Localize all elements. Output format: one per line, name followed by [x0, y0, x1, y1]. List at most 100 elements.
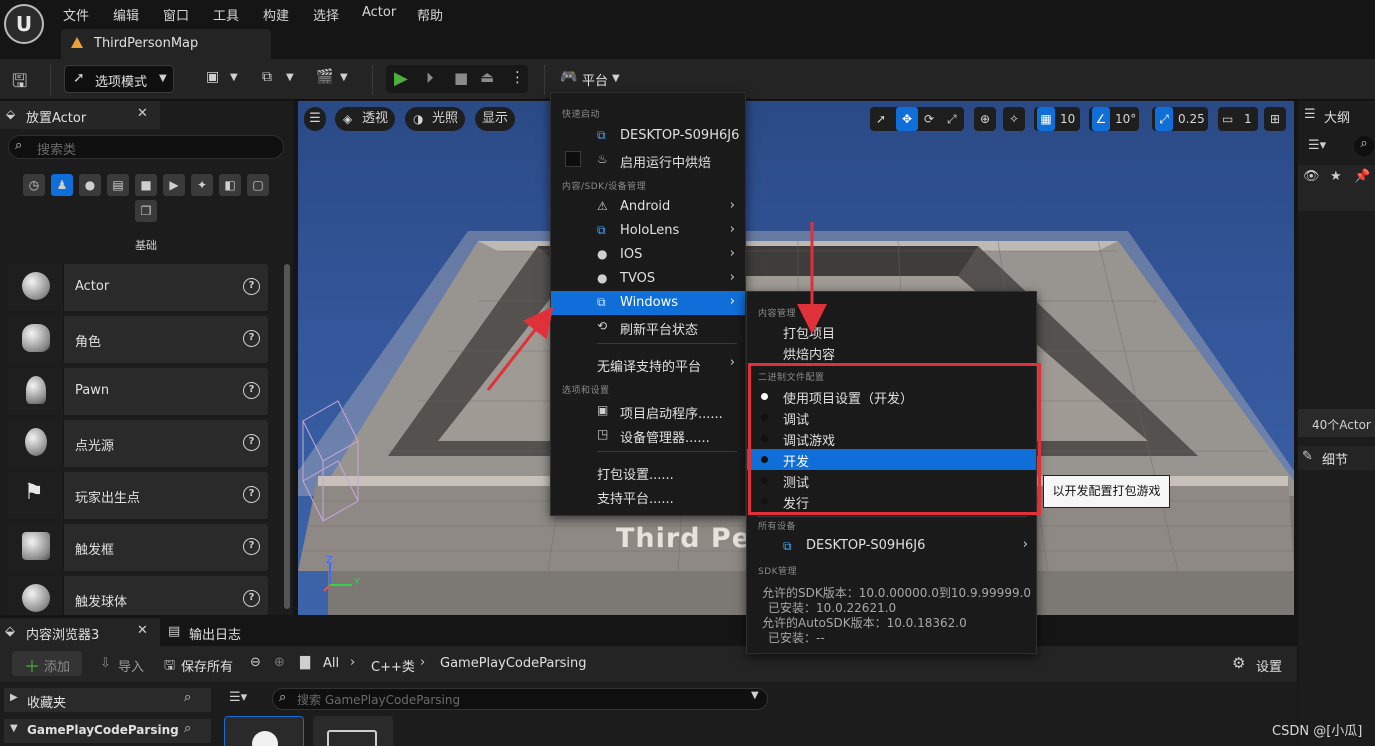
scale-icon[interactable]: ⤢ — [947, 107, 957, 131]
menu-file[interactable]: 文件 — [63, 5, 89, 24]
grid-snap-button[interactable]: ▦ 10 — [1034, 107, 1080, 131]
recent-icon[interactable]: ◷ — [23, 174, 45, 196]
breadcrumb-all[interactable]: All — [323, 656, 339, 671]
help-icon[interactable]: ? — [243, 538, 260, 555]
place-actor-tab[interactable]: ⬙ 放置Actor ✕ — [0, 101, 160, 129]
asset-tile[interactable] — [313, 716, 393, 746]
close-icon[interactable]: ✕ — [137, 106, 148, 121]
basic-category-icon[interactable]: ♟ — [51, 174, 73, 196]
shapes-icon[interactable]: ▢ — [247, 174, 269, 196]
import-icon[interactable]: ⇩ — [100, 656, 111, 671]
tab-output-log[interactable]: 输出日志 — [189, 624, 241, 643]
select-icon[interactable]: ➚ — [876, 107, 886, 131]
play-icon[interactable]: ▶ — [394, 68, 408, 89]
menu-item-launcher[interactable]: ▣ 项目启动程序...... — [551, 399, 745, 423]
outliner-title[interactable]: 大纲 — [1324, 107, 1350, 126]
menu-item-no-compile[interactable]: 无编译支持的平台 › — [551, 352, 745, 376]
search-icon[interactable]: ⌕ — [184, 690, 191, 705]
search-icon[interactable]: ⌕ — [1354, 136, 1374, 156]
actor-item[interactable]: 角色 ? — [8, 316, 268, 363]
help-icon[interactable]: ? — [243, 590, 260, 607]
viewport-menu-icon[interactable]: ☰ — [304, 107, 326, 131]
menu-item-pack-settings[interactable]: 打包设置...... — [551, 460, 745, 484]
actor-item[interactable]: 点光源 ? — [8, 420, 268, 467]
all-classes-icon[interactable]: ◧ — [219, 174, 241, 196]
actor-item[interactable]: Pawn ? — [8, 368, 268, 415]
chevron-down-icon[interactable]: ▼ — [340, 72, 348, 83]
menu-item-tvos[interactable]: ● TVOS › — [551, 267, 745, 291]
menu-tools[interactable]: 工具 — [213, 5, 239, 24]
back-icon[interactable]: ⊖ — [250, 655, 261, 670]
camera-speed-button[interactable]: ▭ 1 — [1218, 107, 1258, 131]
pin-icon[interactable]: 📌 — [1354, 169, 1370, 184]
scrollbar[interactable] — [284, 264, 290, 609]
menu-actor[interactable]: Actor — [362, 5, 396, 20]
breadcrumb-project[interactable]: GamePlayCodeParsing — [440, 656, 587, 671]
perspective-button[interactable]: ◈ 透视 — [335, 107, 395, 131]
menu-item-ios[interactable]: ● IOS › — [551, 243, 745, 267]
search-input[interactable]: ⌕ 搜索类 — [8, 135, 284, 159]
actor-item[interactable]: 触发球体 ? — [8, 576, 268, 615]
geometry-icon[interactable]: ▶ — [163, 174, 185, 196]
search-icon[interactable]: ⌕ — [184, 721, 191, 736]
stop-icon[interactable]: ■ — [454, 69, 468, 87]
save-all-button[interactable]: 保存所有 — [181, 656, 233, 675]
misc-category-icon[interactable]: ❐ — [135, 200, 157, 222]
actor-item[interactable]: ⚑ 玩家出生点 ? — [8, 472, 268, 519]
add-button[interactable]: ＋ 添加 — [12, 651, 82, 676]
rotation-snap-button[interactable]: ∠ 10° — [1089, 107, 1139, 131]
chevron-down-icon[interactable]: ▼ — [230, 72, 238, 83]
menu-edit[interactable]: 编辑 — [113, 5, 139, 24]
tab-content-browser[interactable]: ⬙ 内容浏览器3 ✕ — [0, 618, 160, 646]
cinematic-icon[interactable]: ▤ — [107, 174, 129, 196]
asset-tile[interactable] — [224, 716, 304, 746]
menu-item-bake[interactable]: ♨ 启用运行中烘焙 — [551, 148, 745, 172]
platform-icon[interactable]: 🎮 — [560, 69, 577, 85]
add-actor-icon[interactable]: ▣ — [206, 69, 219, 85]
eject-icon[interactable]: ⏏ — [480, 68, 494, 86]
show-button[interactable]: 显示 — [475, 107, 515, 131]
settings-button[interactable]: 设置 — [1256, 656, 1282, 675]
help-icon[interactable]: ? — [243, 486, 260, 503]
chevron-down-icon[interactable]: ▼ — [751, 690, 759, 701]
import-button[interactable]: 导入 — [118, 656, 144, 675]
cinematics-icon[interactable]: 🎬 — [316, 69, 333, 85]
menu-item-device[interactable]: ⧉ DESKTOP-S09H6J6 › — [747, 536, 1036, 558]
help-icon[interactable]: ? — [243, 278, 260, 295]
chevron-down-icon[interactable]: ▼ — [286, 72, 294, 83]
breadcrumb-cpp[interactable]: C++类 — [371, 656, 415, 675]
platform-button[interactable]: 平台 — [582, 70, 608, 89]
details-tab[interactable]: ✎ 细节 — [1298, 446, 1375, 470]
content-search-input[interactable]: ⌕ 搜索 GamePlayCodeParsing ▼ — [272, 688, 768, 710]
menu-window[interactable]: 窗口 — [163, 5, 189, 24]
mode-select-button[interactable]: ➚ 选项模式 ▼ — [64, 65, 174, 93]
step-icon[interactable]: ⏵ — [426, 69, 434, 87]
help-icon[interactable]: ? — [243, 330, 260, 347]
menu-item-android[interactable]: ⚠ Android › — [551, 195, 745, 219]
menu-item-windows[interactable]: ⧉ Windows › — [551, 291, 745, 315]
bake-checkbox[interactable] — [565, 151, 581, 167]
volumes-icon[interactable]: ✦ — [191, 174, 213, 196]
menu-item-package-project[interactable]: 打包项目 — [747, 321, 1036, 342]
visibility-icon[interactable]: 👁 — [1303, 169, 1320, 184]
actor-item[interactable]: Actor ? — [8, 264, 268, 311]
visual-effects-icon[interactable]: ■ — [135, 174, 157, 196]
folder-icon[interactable]: ▇ — [300, 655, 310, 670]
menu-build[interactable]: 构建 — [263, 5, 289, 24]
forward-icon[interactable]: ⊕ — [274, 655, 285, 670]
filter-icon[interactable]: ☰▾ — [229, 690, 247, 705]
filter-icon[interactable]: ☰▾ — [1308, 138, 1326, 153]
blueprint-icon[interactable]: ⧉ — [262, 69, 272, 85]
menu-help[interactable]: 帮助 — [417, 5, 443, 24]
lighting-button[interactable]: ◑ 光照 — [405, 107, 465, 131]
favorites-row[interactable]: ▶ 收藏夹 ⌕ — [4, 688, 211, 712]
menu-item-device-manager[interactable]: ◳ 设备管理器...... — [551, 423, 745, 447]
project-root-row[interactable]: ▼ GamePlayCodeParsing ⌕ — [4, 719, 211, 743]
star-icon[interactable]: ★ — [1330, 169, 1342, 184]
chevron-down-icon[interactable]: ▼ — [612, 73, 620, 84]
move-icon[interactable]: ✥ — [896, 107, 918, 131]
menu-item-hololens[interactable]: ⧉ HoloLens › — [551, 219, 745, 243]
surface-snap-icon[interactable]: ✧ — [1003, 107, 1025, 131]
lights-icon[interactable]: ● — [79, 174, 101, 196]
menu-select[interactable]: 选择 — [313, 5, 339, 24]
